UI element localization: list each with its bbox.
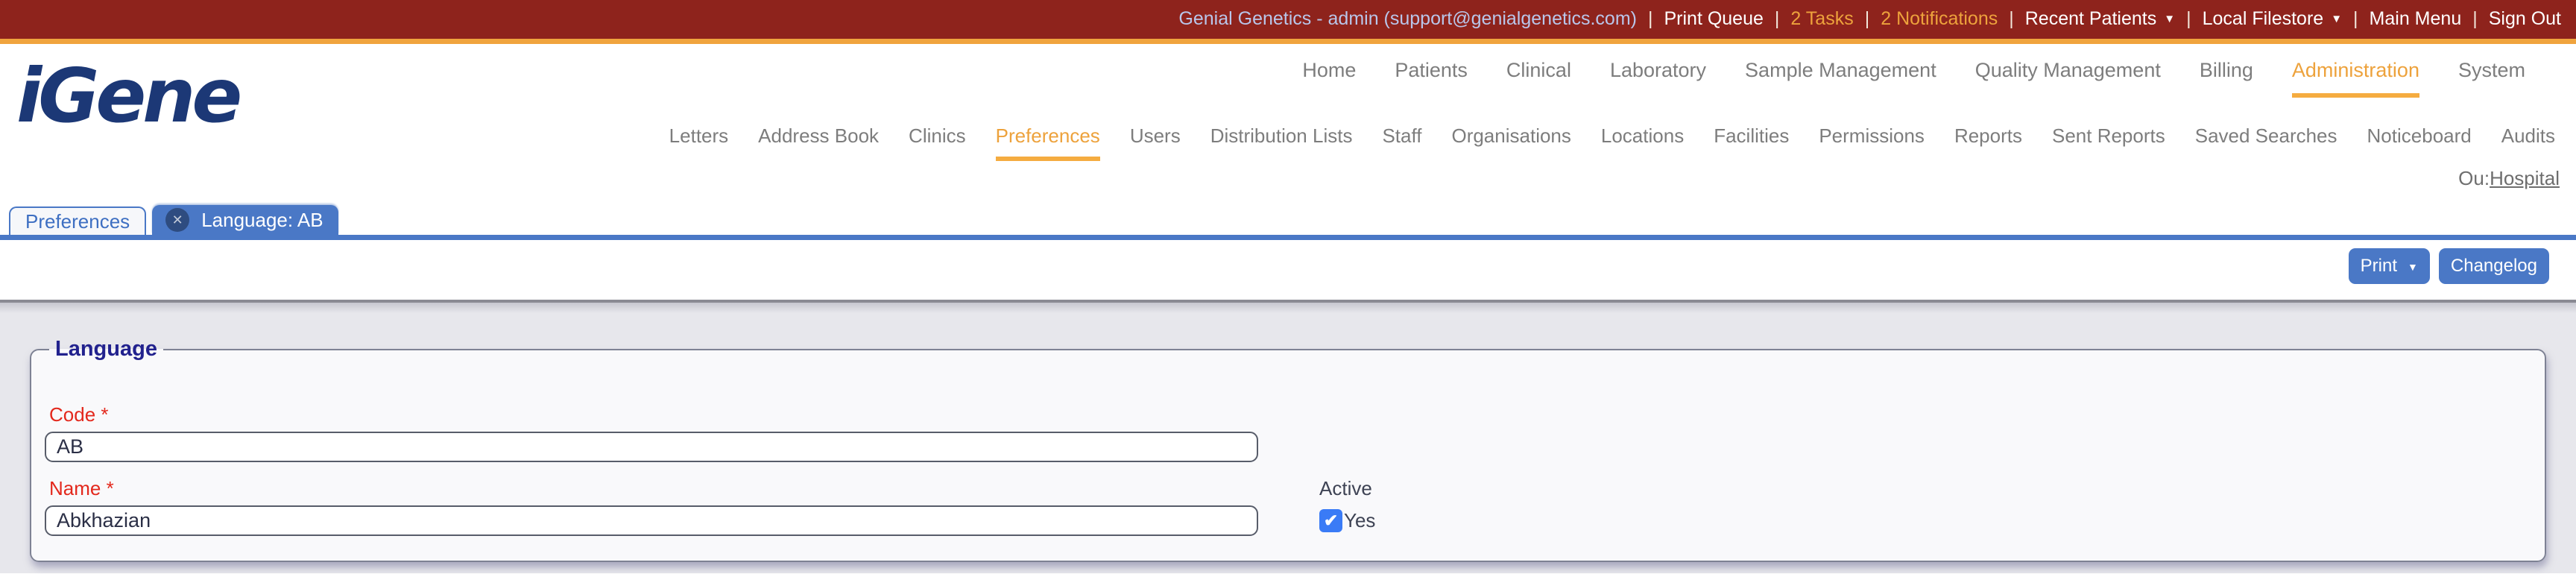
language-panel: Language Code * Name * Active ✔ Yes bbox=[30, 337, 2546, 562]
caret-down-icon: ▼ bbox=[2408, 261, 2418, 273]
topbar: Genial Genetics - admin (support@genialg… bbox=[0, 0, 2576, 44]
topbar-item-2-notifications[interactable]: 2 Notifications bbox=[1881, 8, 1998, 30]
tab-underline bbox=[0, 235, 2576, 240]
igene-logo: iGene bbox=[16, 52, 242, 139]
name-input[interactable] bbox=[45, 505, 1258, 536]
ou-prefix: Ou: bbox=[2458, 167, 2490, 189]
nav-item-system[interactable]: System bbox=[2458, 59, 2525, 98]
header: iGene Home Patients Clinical Laboratory Samp… bbox=[0, 44, 2576, 240]
topbar-item-print-queue[interactable]: Print Queue bbox=[1664, 8, 1763, 30]
topbar-item-recent-patients[interactable]: Recent Patients ▼ bbox=[2025, 8, 2175, 30]
subnav-item-staff[interactable]: Staff bbox=[1382, 124, 1421, 161]
content-area: Language Code * Name * Active ✔ Yes bbox=[0, 303, 2576, 573]
nav-item-clinical[interactable]: Clinical bbox=[1506, 59, 1571, 98]
code-label: Code * bbox=[49, 403, 109, 426]
tab-close-icon[interactable]: ✕ bbox=[165, 208, 190, 232]
subnav-item-audits[interactable]: Audits bbox=[2501, 124, 2555, 161]
separator: | bbox=[2353, 7, 2358, 29]
separator: | bbox=[2186, 7, 2191, 29]
separator: | bbox=[2472, 7, 2478, 29]
code-input[interactable] bbox=[45, 432, 1258, 462]
subnav-item-facilities[interactable]: Facilities bbox=[1714, 124, 1789, 161]
subnav-item-permissions[interactable]: Permissions bbox=[1819, 124, 1925, 161]
separator: | bbox=[1864, 7, 1870, 29]
separator: | bbox=[1774, 7, 1780, 29]
topbar-item-main-menu[interactable]: Main Menu bbox=[2370, 8, 2462, 30]
active-field-group: Active ✔ Yes bbox=[1319, 477, 1375, 536]
name-field-group: Name * bbox=[45, 477, 1258, 536]
sub-nav: Letters Address Book Clinics Preferences Use… bbox=[0, 124, 2576, 161]
ou-hospital-link[interactable]: Hospital bbox=[2490, 167, 2560, 189]
subnav-item-sent-reports[interactable]: Sent Reports bbox=[2052, 124, 2165, 161]
panel-title: Language bbox=[55, 337, 157, 361]
code-field-group: Code * bbox=[45, 403, 2531, 462]
subnav-item-locations[interactable]: Locations bbox=[1601, 124, 1684, 161]
topbar-item-sign-out[interactable]: Sign Out bbox=[2489, 8, 2561, 30]
caret-down-icon: ▼ bbox=[2164, 12, 2176, 25]
nav-item-administration[interactable]: Administration bbox=[2291, 59, 2419, 98]
name-row: Name * Active ✔ Yes bbox=[45, 477, 2531, 536]
name-label: Name * bbox=[49, 477, 114, 499]
active-checkbox-label: Yes bbox=[1344, 509, 1376, 532]
subnav-item-clinics[interactable]: Clinics bbox=[909, 124, 966, 161]
subnav-item-distribution-lists[interactable]: Distribution Lists bbox=[1210, 124, 1353, 161]
tab-label: Language: AB bbox=[201, 208, 323, 231]
subnav-item-noticeboard[interactable]: Noticeboard bbox=[2367, 124, 2472, 161]
actionbar: Print ▼ Changelog bbox=[0, 240, 2576, 303]
subnav-item-address-book[interactable]: Address Book bbox=[758, 124, 879, 161]
tab-preferences[interactable]: Preferences bbox=[9, 206, 147, 235]
nav-item-home[interactable]: Home bbox=[1302, 59, 1356, 98]
main-nav: Home Patients Clinical Laboratory Sample Man… bbox=[0, 59, 2576, 98]
active-label: Active bbox=[1319, 477, 1372, 499]
separator: | bbox=[1647, 7, 1653, 29]
tab-label: Preferences bbox=[25, 209, 130, 233]
changelog-button[interactable]: Changelog bbox=[2438, 248, 2549, 284]
ou-line: Ou:Hospital bbox=[0, 167, 2576, 190]
topbar-item-2-tasks[interactable]: 2 Tasks bbox=[1790, 8, 1853, 30]
active-checkbox[interactable]: ✔ bbox=[1319, 509, 1342, 532]
subnav-item-saved-searches[interactable]: Saved Searches bbox=[2195, 124, 2337, 161]
caret-down-icon: ▼ bbox=[2331, 12, 2343, 25]
page: Genial Genetics - admin (support@genialg… bbox=[0, 0, 2576, 573]
nav-item-patients[interactable]: Patients bbox=[1395, 59, 1468, 98]
subnav-item-organisations[interactable]: Organisations bbox=[1451, 124, 1570, 161]
changelog-button-label: Changelog bbox=[2450, 256, 2537, 276]
account-info: Genial Genetics - admin (support@genialg… bbox=[1178, 7, 1637, 29]
nav-item-quality-management[interactable]: Quality Management bbox=[1975, 59, 2161, 98]
subnav-item-users[interactable]: Users bbox=[1130, 124, 1181, 161]
active-check-row: ✔ Yes bbox=[1319, 505, 1375, 536]
print-button-label: Print bbox=[2360, 256, 2398, 276]
nav-item-billing[interactable]: Billing bbox=[2200, 59, 2253, 98]
print-button[interactable]: Print ▼ bbox=[2348, 248, 2430, 284]
subnav-item-reports[interactable]: Reports bbox=[1954, 124, 2022, 161]
nav-item-laboratory[interactable]: Laboratory bbox=[1610, 59, 1706, 98]
topbar-item-local-filestore[interactable]: Local Filestore ▼ bbox=[2203, 8, 2342, 30]
separator: | bbox=[2009, 7, 2014, 29]
tabbar: Preferences ✕ Language: AB bbox=[0, 205, 2576, 235]
subnav-item-preferences[interactable]: Preferences bbox=[995, 124, 1100, 161]
subnav-item-letters[interactable]: Letters bbox=[669, 124, 729, 161]
nav-item-sample-management[interactable]: Sample Management bbox=[1745, 59, 1936, 98]
tab-language-ab[interactable]: ✕ Language: AB bbox=[152, 205, 338, 235]
